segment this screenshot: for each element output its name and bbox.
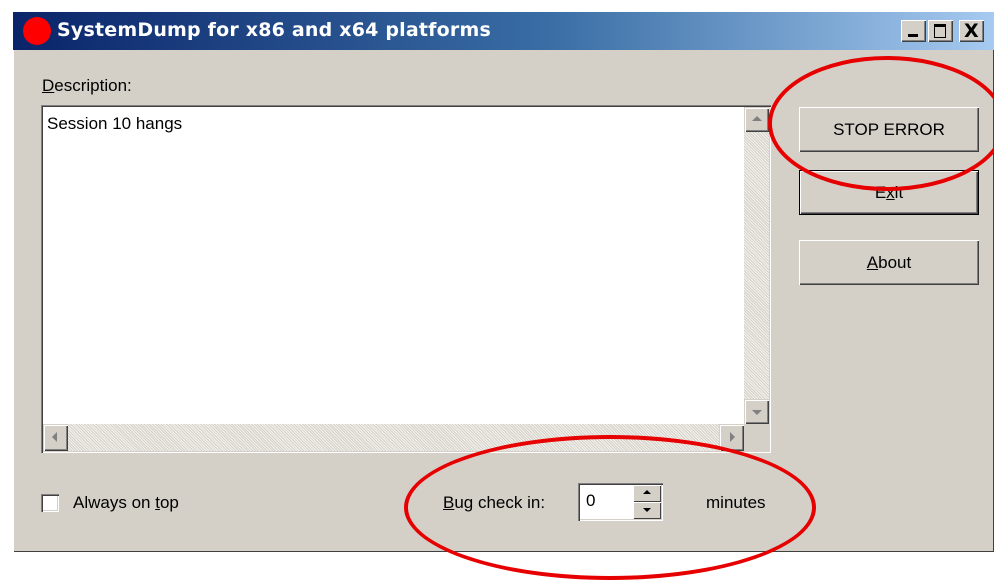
minimize-icon xyxy=(908,34,918,37)
description-text: Session 10 hangs xyxy=(47,114,183,133)
always-on-top-label[interactable]: Always on top xyxy=(73,493,179,513)
minutes-unit-label: minutes xyxy=(706,493,766,512)
spin-up-icon xyxy=(643,490,651,494)
exit-label-after: it xyxy=(894,183,904,202)
systemdump-window: SystemDump for x86 and x64 platforms X D… xyxy=(13,12,994,552)
scroll-left-button[interactable] xyxy=(43,424,68,451)
scroll-down-icon xyxy=(752,410,762,415)
bug-check-minutes-value[interactable]: 0 xyxy=(586,491,595,511)
spin-down-icon xyxy=(643,508,651,512)
about-button[interactable]: About xyxy=(799,240,979,285)
exit-label-access-key: x xyxy=(886,183,895,202)
exit-label-before: E xyxy=(874,183,887,202)
spin-down-button[interactable] xyxy=(633,502,661,519)
bug-check-label-access-key: B xyxy=(443,493,455,512)
scroll-down-button[interactable] xyxy=(744,399,769,424)
maximize-icon xyxy=(934,24,946,38)
minimize-button[interactable] xyxy=(901,20,926,42)
maximize-button[interactable] xyxy=(928,20,953,42)
about-label-access-key: A xyxy=(866,253,879,272)
bug-check-label-rest: ug check in: xyxy=(454,493,546,512)
bug-check-minutes-spinner[interactable]: 0 xyxy=(578,483,663,521)
scroll-right-button[interactable] xyxy=(719,424,744,451)
description-label: Description: xyxy=(42,76,132,96)
about-label-rest: bout xyxy=(878,253,912,272)
scroll-up-button[interactable] xyxy=(744,107,769,132)
scroll-left-icon xyxy=(52,432,57,442)
close-button[interactable]: X xyxy=(959,20,984,42)
close-icon: X xyxy=(964,20,979,42)
scroll-up-icon xyxy=(752,116,762,121)
scrollbar-corner xyxy=(744,424,769,451)
spin-up-button[interactable] xyxy=(633,485,661,502)
description-textarea[interactable]: Session 10 hangs xyxy=(41,105,771,453)
exit-button[interactable]: Exit xyxy=(799,170,979,215)
always-on-top-checkbox[interactable] xyxy=(41,494,59,512)
window-title: SystemDump for x86 and x64 platforms xyxy=(57,19,491,41)
always-on-top-label-before: Always on xyxy=(73,493,156,512)
scroll-right-icon xyxy=(730,432,735,442)
vertical-scrollbar[interactable] xyxy=(744,107,769,424)
horizontal-scrollbar[interactable] xyxy=(43,424,744,451)
description-label-access-key: D xyxy=(42,76,55,95)
description-label-rest: escription: xyxy=(54,76,132,95)
title-bar[interactable]: SystemDump for x86 and x64 platforms X xyxy=(13,12,994,50)
bug-check-label: Bug check in: xyxy=(443,493,545,513)
always-on-top-label-after: op xyxy=(159,493,179,512)
stop-error-button[interactable]: STOP ERROR xyxy=(799,107,979,152)
app-icon xyxy=(23,17,51,45)
